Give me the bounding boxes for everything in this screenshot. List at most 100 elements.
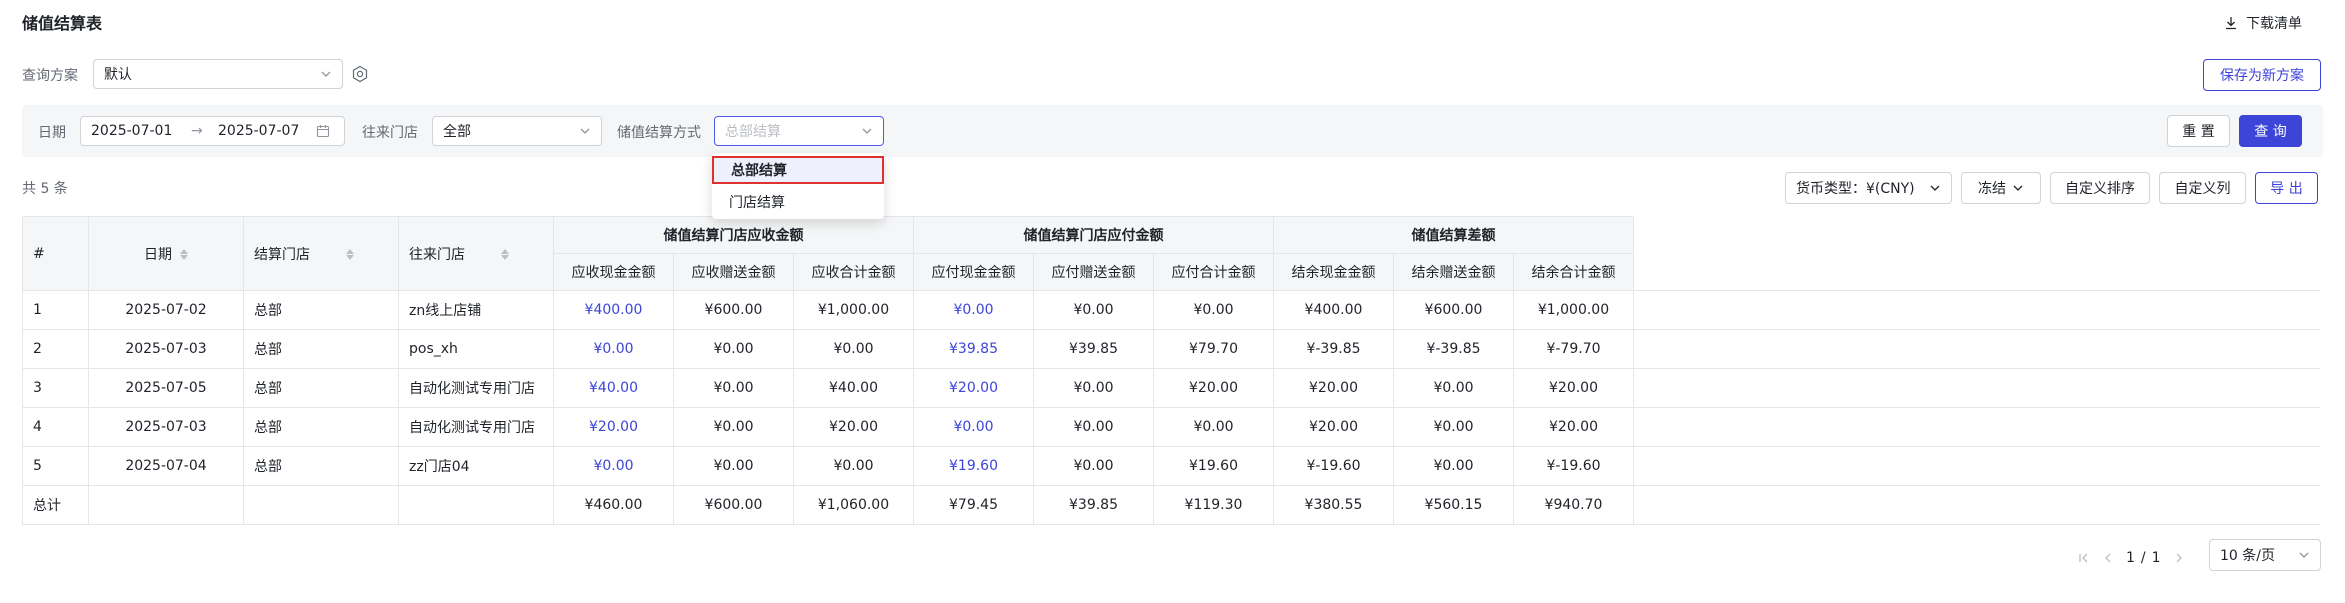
download-list-button[interactable]: 下载清单: [2224, 10, 2302, 36]
table-cell: ¥20.00: [1273, 368, 1394, 408]
col-header: 结余赠送金额: [1393, 253, 1514, 291]
table-cell: ¥0.00: [1393, 446, 1514, 486]
table-filler-cell: [1633, 407, 2320, 447]
table-cell: [88, 485, 244, 525]
table-cell: ¥1,000.00: [793, 290, 914, 330]
table-cell: ¥40.00: [793, 368, 914, 408]
custom-columns-button[interactable]: 自定义列: [2159, 172, 2246, 204]
table-cell[interactable]: ¥0.00: [913, 407, 1034, 447]
table-cell[interactable]: ¥400.00: [553, 290, 674, 330]
date-end[interactable]: 2025-07-07: [218, 123, 316, 139]
table-cell: ¥600.00: [1393, 290, 1514, 330]
table-cell: ¥0.00: [673, 407, 794, 447]
table-cell: ¥0.00: [1153, 290, 1274, 330]
col-header: 结余现金金额: [1273, 253, 1394, 291]
prev-page-icon[interactable]: [2102, 552, 2116, 564]
table-row: 1 2025-07-02 总部 zn线上店铺 ¥400.00 ¥600.00 ¥1,000.…: [22, 290, 2320, 330]
table-cell[interactable]: ¥0.00: [553, 446, 674, 486]
table-cell[interactable]: ¥20.00: [913, 368, 1034, 408]
sort-icon[interactable]: [180, 249, 188, 260]
first-page-icon[interactable]: [2078, 552, 2092, 564]
custom-sort-button[interactable]: 自定义排序: [2050, 172, 2150, 204]
settlement-method-dropdown: 总部结算 门店结算: [712, 153, 884, 219]
table-cell: 总部: [243, 407, 399, 447]
sort-icon[interactable]: [501, 249, 509, 260]
pagination: 1 / 1: [2078, 543, 2187, 573]
table-cell[interactable]: ¥19.60: [913, 446, 1034, 486]
col-header-index: #: [22, 216, 89, 291]
query-button[interactable]: 查 询: [2239, 115, 2302, 147]
col-header-settle-store[interactable]: 结算门店: [243, 216, 399, 291]
table-cell: ¥20.00: [1153, 368, 1274, 408]
date-range-arrow: →: [191, 123, 203, 139]
table-body: 1 2025-07-02 总部 zn线上店铺 ¥400.00 ¥600.00 ¥1,000.…: [22, 290, 2320, 525]
plan-select[interactable]: 默认: [93, 59, 343, 89]
col-header: 应付合计金额: [1153, 253, 1274, 291]
store-select[interactable]: 全部: [432, 116, 602, 146]
table-cell: ¥20.00: [1513, 407, 1634, 447]
table-cell: ¥-19.60: [1513, 446, 1634, 486]
export-button[interactable]: 导 出: [2255, 172, 2318, 204]
table-cell: ¥20.00: [793, 407, 914, 447]
save-as-new-plan-button[interactable]: 保存为新方案: [2203, 59, 2321, 91]
table-cell[interactable]: ¥0.00: [553, 329, 674, 369]
freeze-button[interactable]: 冻结: [1961, 172, 2041, 204]
table-cell: 4: [22, 407, 89, 447]
table-cell: 3: [22, 368, 89, 408]
table-cell: ¥0.00: [673, 329, 794, 369]
table-cell: 2025-07-05: [88, 368, 244, 408]
table-cell: 5: [22, 446, 89, 486]
col-header: 应收赠送金额: [673, 253, 794, 291]
table-row: 2 2025-07-03 总部 pos_xh ¥0.00 ¥0.00 ¥0.00 ¥39.85…: [22, 329, 2320, 369]
sort-icon[interactable]: [346, 249, 354, 260]
store-select-value: 全部: [443, 124, 471, 140]
total-pages: 1: [2151, 550, 2161, 566]
table-cell: ¥0.00: [1033, 407, 1154, 447]
settlement-method-select[interactable]: 总部结算: [714, 116, 884, 146]
reset-button[interactable]: 重 置: [2167, 115, 2230, 147]
table-cell: ¥560.15: [1393, 485, 1514, 525]
plan-settings-button[interactable]: [351, 65, 369, 83]
table-filler: [1633, 216, 2320, 291]
plan-select-value: 默认: [104, 67, 132, 83]
page-size-select[interactable]: 10 条/页: [2209, 539, 2321, 571]
table-row: 4 2025-07-03 总部 自动化测试专用门店 ¥20.00 ¥0.00 ¥20.00 ¥…: [22, 407, 2320, 447]
col-header-date[interactable]: 日期: [88, 216, 244, 291]
table-cell[interactable]: ¥40.00: [553, 368, 674, 408]
table-cell: 总部: [243, 446, 399, 486]
table-cell: ¥-39.85: [1393, 329, 1514, 369]
table-cell: 2: [22, 329, 89, 369]
table-cell: 总部: [243, 368, 399, 408]
col-header-partner-store-label: 往来门店: [409, 246, 465, 263]
table-cell[interactable]: ¥20.00: [553, 407, 674, 447]
currency-select-value: 货币类型：¥(CNY): [1796, 181, 1915, 197]
page-title: 储值结算表: [22, 14, 103, 33]
settlement-table: # 日期 结算门店 往来门店 储值结算门店应收金额 储值结算门店应付金额 储值结…: [22, 216, 2320, 525]
next-page-icon[interactable]: [2173, 552, 2187, 564]
date-range-picker[interactable]: 2025-07-01 → 2025-07-07: [80, 116, 345, 146]
chevron-down-icon: [2298, 549, 2310, 561]
table-cell[interactable]: ¥39.85: [913, 329, 1034, 369]
store-label: 往来门店: [362, 125, 418, 141]
table-filler-cell: [1633, 485, 2320, 525]
settlement-method-placeholder: 总部结算: [725, 124, 781, 140]
currency-select[interactable]: 货币类型：¥(CNY): [1785, 172, 1952, 204]
table-cell: ¥600.00: [673, 290, 794, 330]
table-cell[interactable]: ¥0.00: [913, 290, 1034, 330]
table-cell: ¥119.30: [1153, 485, 1274, 525]
table-cell: ¥19.60: [1153, 446, 1274, 486]
group-header-balance: 储值结算差额: [1273, 216, 1634, 254]
table-cell: pos_xh: [398, 329, 554, 369]
date-start[interactable]: 2025-07-01: [91, 123, 191, 139]
table-cell: ¥1,000.00: [1513, 290, 1634, 330]
group-header-receivable: 储值结算门店应收金额: [553, 216, 914, 254]
table-cell: ¥600.00: [673, 485, 794, 525]
dropdown-option-hq-settlement[interactable]: 总部结算: [712, 156, 884, 184]
table-cell: zn线上店铺: [398, 290, 554, 330]
current-page: 1: [2126, 550, 2135, 566]
dropdown-option-store-settlement[interactable]: 门店结算: [712, 188, 884, 216]
table-cell: 总部: [243, 290, 399, 330]
col-header-partner-store[interactable]: 往来门店: [398, 216, 554, 291]
table-cell: ¥-19.60: [1273, 446, 1394, 486]
col-header: 应收合计金额: [793, 253, 914, 291]
